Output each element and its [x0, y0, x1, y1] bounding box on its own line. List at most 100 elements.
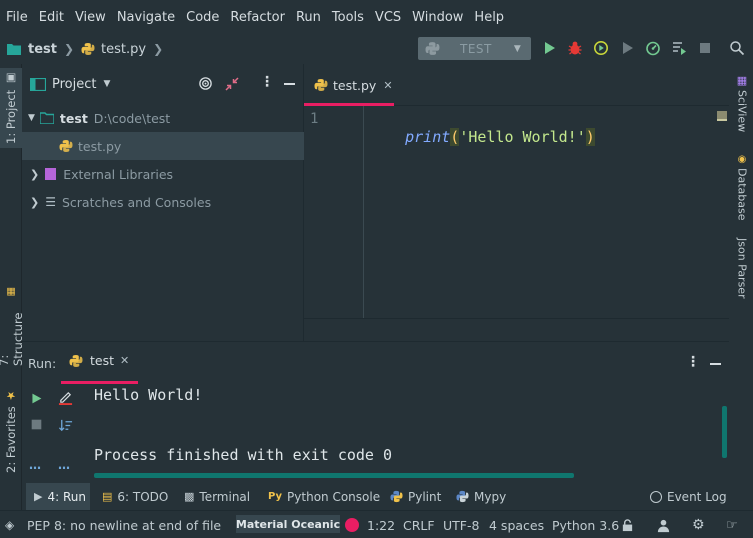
more-options-icon[interactable]: ⋮	[686, 354, 700, 370]
python-icon	[425, 42, 440, 55]
tool-tab-pylint[interactable]: Pylint	[390, 483, 441, 510]
tool-tab-terminal-label: Terminal	[199, 489, 251, 504]
expand-arrow-icon[interactable]: ▼	[28, 113, 35, 123]
menu-file[interactable]: File	[6, 10, 28, 25]
menu-vcs[interactable]: VCS	[375, 10, 401, 25]
status-indent[interactable]: 4 spaces	[489, 511, 544, 538]
line-number: 1	[310, 111, 319, 127]
search-everywhere-icon[interactable]	[729, 40, 745, 56]
structure-icon: ▦	[5, 286, 17, 297]
coverage-run-icon[interactable]	[593, 40, 609, 56]
menu-refactor[interactable]: Refactor	[230, 10, 285, 25]
tool-tab-event-log-label: Event Log	[667, 489, 727, 504]
run-with-options-icon[interactable]	[671, 40, 687, 56]
menu-tools[interactable]: Tools	[332, 10, 364, 25]
chevron-down-icon[interactable]: ▼	[103, 79, 110, 89]
profile-icon[interactable]	[645, 40, 661, 56]
minimize-icon[interactable]	[284, 83, 295, 85]
console-line: Process finished with exit code 0	[94, 446, 393, 464]
status-interpreter[interactable]: Python 3.6	[552, 511, 619, 538]
theme-dot-icon	[345, 518, 359, 532]
more-icon[interactable]: …	[58, 458, 70, 472]
theme-indicator[interactable]	[345, 511, 359, 538]
close-icon[interactable]: ✕	[120, 354, 129, 367]
tool-tab-event-log[interactable]: Event Log	[650, 483, 727, 510]
tab-structure[interactable]: 7: Structure ▦	[0, 286, 25, 366]
lock-icon[interactable]	[621, 511, 634, 538]
menu-help[interactable]: Help	[474, 10, 504, 25]
settings-icon[interactable]: ⚙	[692, 511, 705, 538]
status-encoding[interactable]: UTF-8	[443, 511, 479, 538]
clear-output-icon[interactable]	[58, 390, 73, 405]
run-disabled-icon[interactable]	[619, 40, 635, 56]
tool-tab-todo[interactable]: ▤ 6: TODO	[102, 483, 168, 510]
locate-target-icon[interactable]	[198, 76, 213, 91]
status-theme[interactable]: Material Oceanic	[236, 515, 340, 533]
tree-item-scratches[interactable]: ❯ ☰ Scratches and Consoles	[22, 188, 304, 216]
close-icon[interactable]: ✕	[383, 79, 392, 92]
library-icon	[45, 168, 57, 180]
folder-icon	[7, 44, 21, 55]
status-pep8-message[interactable]: PEP 8: no newline at end of file	[27, 511, 221, 538]
notifications-icon[interactable]: ☞	[726, 511, 738, 538]
tab-json-parser[interactable]: Json Parser	[731, 238, 753, 302]
status-line-separator[interactable]: CRLF	[403, 511, 435, 538]
stop-icon[interactable]	[31, 419, 42, 430]
python-file-icon	[314, 79, 328, 91]
inspector-icon[interactable]	[656, 511, 671, 538]
tool-tab-terminal[interactable]: ▩ Terminal	[184, 483, 250, 510]
code-paren-open: (	[450, 128, 460, 146]
vertical-scrollbar[interactable]	[722, 406, 727, 458]
tree-item-root[interactable]: ▼ test D:\code\test	[22, 104, 304, 132]
menu-view[interactable]: View	[75, 10, 106, 25]
rerun-icon[interactable]	[30, 392, 43, 405]
horizontal-scrollbar[interactable]	[94, 473, 574, 478]
bell-icon: ☞	[726, 517, 738, 533]
code-editor[interactable]: print('Hello World!')	[364, 106, 729, 318]
chevron-right-icon[interactable]: ❯	[30, 168, 39, 181]
tree-item-external-libraries[interactable]: ❯ External Libraries	[22, 160, 304, 188]
breadcrumb-file[interactable]: test.py	[101, 42, 146, 57]
python-icon	[69, 354, 83, 367]
menu-run[interactable]: Run	[296, 10, 321, 25]
tool-tab-run[interactable]: ▶ 4: Run	[26, 483, 90, 510]
run-tab-label: test	[90, 353, 115, 368]
sort-icon[interactable]	[58, 418, 73, 433]
inspection-warning-marker[interactable]	[717, 111, 727, 121]
chevron-right-icon: ❯	[153, 42, 164, 56]
more-options-icon[interactable]: ⋮	[260, 74, 274, 90]
tree-item-test-py[interactable]: test.py	[22, 132, 304, 160]
tool-tab-mypy[interactable]: Mypy	[456, 483, 506, 510]
gear-icon: ⚙	[692, 517, 705, 533]
project-panel-title[interactable]: Project	[52, 77, 96, 92]
run-tab-test[interactable]: test ✕	[69, 353, 129, 368]
more-icon[interactable]: …	[29, 458, 41, 472]
collapse-all-icon[interactable]	[225, 77, 239, 91]
editor-tab-bar: test.py ✕	[304, 64, 729, 106]
run-configuration-dropdown[interactable]: TEST ▼	[418, 37, 531, 60]
menu-edit[interactable]: Edit	[39, 10, 64, 25]
tab-project[interactable]: 1: Project ▣	[0, 68, 22, 148]
debug-icon[interactable]	[567, 40, 583, 56]
tab-sciview[interactable]: ▦ SciView	[731, 74, 753, 134]
run-icon[interactable]	[541, 40, 557, 56]
run-icon: ▶	[34, 490, 43, 503]
breadcrumb-project[interactable]: test	[28, 42, 57, 57]
stop-icon[interactable]	[697, 40, 713, 56]
tree-root-name: test	[59, 110, 88, 126]
menu-navigate[interactable]: Navigate	[117, 10, 175, 25]
minimize-icon[interactable]	[710, 363, 721, 365]
tool-tab-python-console[interactable]: Py Python Console	[268, 483, 380, 510]
tool-tab-todo-label: 6: TODO	[117, 489, 169, 504]
menu-window[interactable]: Window	[412, 10, 463, 25]
project-panel: Project ▼ ⋮ ▼ test D:\code\test test.py …	[22, 64, 304, 341]
chevron-right-icon[interactable]: ❯	[30, 196, 39, 209]
menu-code[interactable]: Code	[186, 10, 219, 25]
status-layers[interactable]: ◈	[5, 511, 14, 538]
tab-sciview-label: SciView	[735, 90, 749, 133]
tab-database[interactable]: ◉ Database	[731, 154, 753, 224]
tab-favorites[interactable]: 2: Favorites ★	[0, 388, 22, 474]
navigation-bar: test ❯ test.py ❯	[0, 34, 753, 64]
status-caret-position[interactable]: 1:22	[367, 511, 395, 538]
editor-tab-test-py[interactable]: test.py ✕	[304, 64, 394, 106]
